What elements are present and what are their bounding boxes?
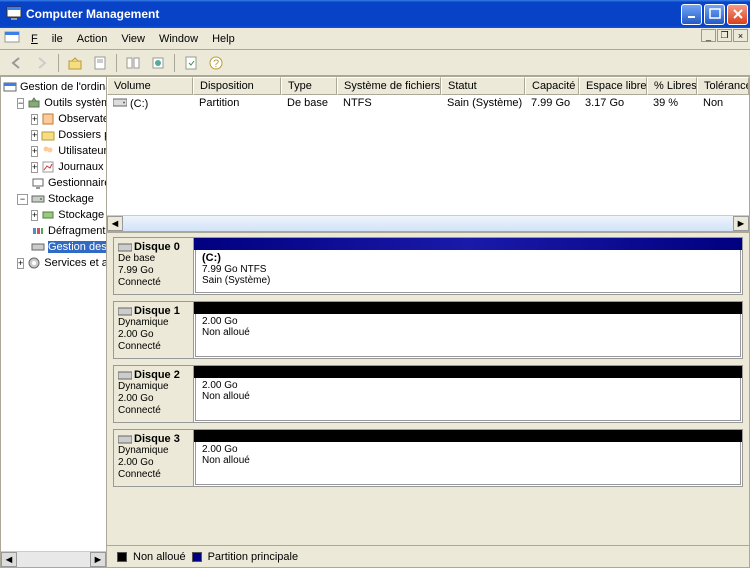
disk-icon	[118, 434, 132, 445]
nav-tree: Gestion de l'ordinateur (local) −Outils …	[0, 76, 107, 568]
partition-area[interactable]: 2.00 GoNon alloué	[194, 430, 742, 486]
disk-entry[interactable]: Disque 1Dynamique2.00 GoConnecté2.00 GoN…	[113, 301, 743, 359]
partition-area[interactable]: 2.00 GoNon alloué	[194, 302, 742, 358]
tree-defrag[interactable]: Défragmenteur de disque	[3, 223, 104, 239]
disk-entry[interactable]: Disque 2Dynamique2.00 GoConnecté2.00 GoN…	[113, 365, 743, 423]
menu-view[interactable]: View	[114, 30, 152, 48]
toolbar: ?	[0, 50, 750, 76]
titlebar: Computer Management	[0, 0, 750, 28]
maximize-button[interactable]	[704, 4, 725, 25]
properties-button[interactable]	[89, 52, 111, 74]
legend-unallocated-swatch	[117, 552, 127, 562]
back-button[interactable]	[6, 52, 28, 74]
tree-services[interactable]: +Services et applications	[3, 255, 104, 271]
disk-icon	[118, 242, 132, 253]
col-capacity[interactable]: Capacité	[525, 77, 579, 95]
tree-shared-folders[interactable]: +Dossiers partagés	[3, 127, 104, 143]
tree-users-groups[interactable]: +Utilisateurs et groupes locau	[3, 143, 104, 159]
disk-header: Disque 1Dynamique2.00 GoConnecté	[114, 302, 194, 358]
col-pct[interactable]: % Libres	[647, 77, 697, 95]
mdi-icon	[4, 31, 20, 47]
tree-device-manager[interactable]: Gestionnaire de périphériqu	[3, 175, 104, 191]
tree-root[interactable]: Gestion de l'ordinateur (local)	[3, 79, 104, 95]
disk-header: Disque 3Dynamique2.00 GoConnecté	[114, 430, 194, 486]
refresh-button[interactable]	[180, 52, 202, 74]
mdi-restore-button[interactable]: ❐	[717, 29, 732, 42]
menu-file[interactable]: File	[24, 30, 70, 48]
help-button[interactable]: ?	[205, 52, 227, 74]
col-status[interactable]: Statut	[441, 77, 525, 95]
partition-area[interactable]: 2.00 GoNon alloué	[194, 366, 742, 422]
menu-action[interactable]: Action	[70, 30, 115, 48]
volume-list: Volume Disposition Type Système de fichi…	[107, 77, 749, 215]
mdi-minimize-button[interactable]: _	[701, 29, 716, 42]
col-fs[interactable]: Système de fichiers	[337, 77, 441, 95]
col-type[interactable]: Type	[281, 77, 337, 95]
volume-scrollbar[interactable]: ◄►	[107, 215, 749, 231]
table-row[interactable]: (C:) Partition De base NTFS Sain (Systèm…	[107, 95, 749, 113]
disk-graphical-view: Disque 0De base7.99 GoConnecté(C:)7.99 G…	[107, 231, 749, 545]
tree-scrollbar[interactable]: ◄►	[1, 551, 106, 567]
tree-systools[interactable]: −Outils système	[3, 95, 104, 111]
app-icon	[6, 6, 22, 22]
volume-icon	[113, 97, 127, 111]
col-layout[interactable]: Disposition	[193, 77, 281, 95]
legend-primary-swatch	[192, 552, 202, 562]
disk-entry[interactable]: Disque 0De base7.99 GoConnecté(C:)7.99 G…	[113, 237, 743, 295]
menu-help[interactable]: Help	[205, 30, 242, 48]
col-volume[interactable]: Volume	[107, 77, 193, 95]
close-button[interactable]	[727, 4, 748, 25]
show-hide-button[interactable]	[122, 52, 144, 74]
up-button[interactable]	[64, 52, 86, 74]
disk-icon	[118, 306, 132, 317]
partition-area[interactable]: (C:)7.99 Go NTFSSain (Système)	[194, 238, 742, 294]
tree-disk-management[interactable]: Gestion des disques	[3, 239, 104, 255]
legend: Non alloué Partition principale	[107, 545, 749, 567]
minimize-button[interactable]	[681, 4, 702, 25]
tree-perf-logs[interactable]: +Journaux et alertes de perfo	[3, 159, 104, 175]
tree-storage[interactable]: −Stockage	[3, 191, 104, 207]
col-free[interactable]: Espace libre	[579, 77, 647, 95]
menubar: File Action View Window Help _ ❐ ×	[0, 28, 750, 50]
disk-entry[interactable]: Disque 3Dynamique2.00 GoConnecté2.00 GoN…	[113, 429, 743, 487]
mdi-close-button[interactable]: ×	[733, 29, 748, 42]
tree-event-viewer[interactable]: +Observateur d'événements	[3, 111, 104, 127]
menu-window[interactable]: Window	[152, 30, 205, 48]
col-tol[interactable]: Tolérance	[697, 77, 749, 95]
legend-unallocated-label: Non alloué	[133, 551, 186, 563]
forward-button[interactable]	[31, 52, 53, 74]
disk-header: Disque 0De base7.99 GoConnecté	[114, 238, 194, 294]
svg-text:?: ?	[213, 58, 219, 70]
disk-header: Disque 2Dynamique2.00 GoConnecté	[114, 366, 194, 422]
disk-icon	[118, 370, 132, 381]
tree-removable[interactable]: +Stockage amovible	[3, 207, 104, 223]
legend-primary-label: Partition principale	[208, 551, 299, 563]
export-button[interactable]	[147, 52, 169, 74]
window-title: Computer Management	[26, 7, 681, 21]
volume-header: Volume Disposition Type Système de fichi…	[107, 77, 749, 95]
